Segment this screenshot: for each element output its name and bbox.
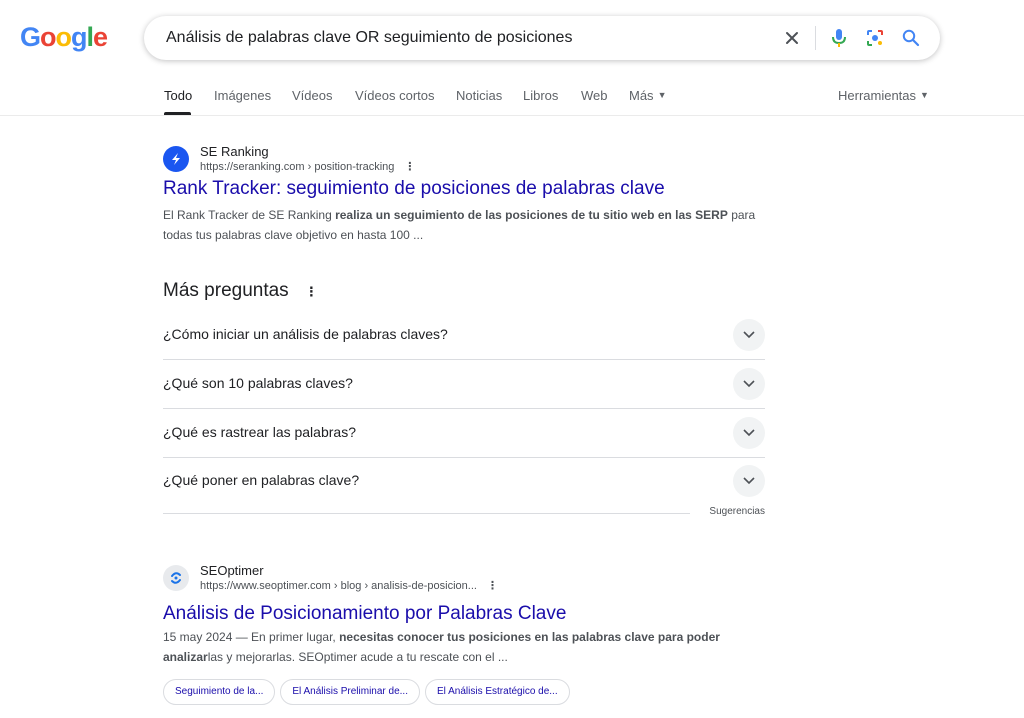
tools-button[interactable]: Herramientas ▼ bbox=[838, 88, 929, 103]
search-divider bbox=[815, 26, 816, 50]
more-options-icon[interactable]: ⋮ bbox=[404, 160, 415, 173]
clear-icon[interactable] bbox=[780, 26, 804, 50]
tab-images[interactable]: Imágenes bbox=[214, 88, 271, 103]
result-snippet: 15 may 2024 — En primer lugar, necesitas… bbox=[163, 627, 768, 667]
tab-books[interactable]: Libros bbox=[523, 88, 558, 103]
more-options-icon[interactable]: ⋮ bbox=[487, 579, 498, 592]
snippet-text: El Rank Tracker de SE Ranking bbox=[163, 208, 336, 222]
snippet-highlight: realiza un seguimiento de las posiciones… bbox=[335, 208, 728, 222]
logo-letter: G bbox=[20, 22, 41, 52]
paa-question[interactable]: ¿Cómo iniciar un análisis de palabras cl… bbox=[163, 311, 765, 360]
result-title[interactable]: Análisis de Posicionamiento por Palabras… bbox=[163, 603, 566, 625]
logo-letter: g bbox=[71, 22, 87, 52]
site-name[interactable]: SEOptimer bbox=[200, 563, 264, 578]
tab-more-label: Más bbox=[629, 88, 654, 103]
paa-question-text: ¿Qué es rastrear las palabras? bbox=[163, 424, 356, 440]
paa-question-text: ¿Qué son 10 palabras claves? bbox=[163, 375, 353, 391]
more-options-icon[interactable]: ⋮ bbox=[305, 284, 318, 300]
paa-question-text: ¿Qué poner en palabras clave? bbox=[163, 472, 360, 488]
logo-letter: o bbox=[40, 22, 56, 52]
google-logo[interactable]: Google bbox=[20, 22, 108, 53]
sitelink-chip[interactable]: Seguimiento de la... bbox=[163, 679, 276, 705]
tab-short-videos[interactable]: Vídeos cortos bbox=[355, 88, 435, 103]
microphone-icon[interactable] bbox=[827, 26, 851, 50]
tab-all[interactable]: Todo bbox=[164, 88, 192, 103]
people-also-ask: Más preguntas ⋮ ¿Cómo iniciar un análisis… bbox=[163, 280, 765, 517]
chevron-down-icon[interactable] bbox=[733, 368, 765, 400]
caret-down-icon: ▼ bbox=[920, 90, 929, 100]
search-box[interactable]: Análisis de palabras clave OR seguimient… bbox=[144, 16, 940, 60]
paa-question[interactable]: ¿Qué poner en palabras clave? bbox=[163, 457, 765, 506]
paa-question[interactable]: ¿Qué es rastrear las palabras? bbox=[163, 409, 765, 458]
tab-news[interactable]: Noticias bbox=[456, 88, 502, 103]
site-url[interactable]: https://seranking.com › position-trackin… bbox=[200, 160, 415, 173]
tools-label: Herramientas bbox=[838, 88, 917, 103]
search-icon[interactable] bbox=[899, 26, 923, 50]
chevron-down-icon[interactable] bbox=[733, 417, 765, 449]
chevron-down-icon[interactable] bbox=[733, 465, 765, 497]
paa-footer: Sugerencias bbox=[163, 506, 765, 520]
sitelink-chip[interactable]: El Análisis Estratégico de... bbox=[425, 679, 570, 705]
paa-question[interactable]: ¿Qué son 10 palabras claves? bbox=[163, 360, 765, 409]
tab-videos[interactable]: Vídeos bbox=[292, 88, 332, 103]
logo-letter: o bbox=[55, 22, 72, 52]
paa-question-text: ¿Cómo iniciar un análisis de palabras cl… bbox=[163, 326, 448, 342]
result-snippet: El Rank Tracker de SE Ranking realiza un… bbox=[163, 205, 768, 245]
suggestions-label: Sugerencias bbox=[709, 506, 765, 517]
site-url-text: https://www.seoptimer.com › blog › anali… bbox=[200, 580, 477, 592]
paa-title: Más preguntas bbox=[163, 280, 289, 301]
site-url[interactable]: https://www.seoptimer.com › blog › anali… bbox=[200, 579, 498, 592]
caret-down-icon: ▼ bbox=[657, 90, 667, 100]
snippet-text: las y mejorarlas. SEOptimer acude a tu r… bbox=[207, 650, 508, 664]
seranking-favicon bbox=[163, 146, 189, 172]
paa-header: Más preguntas ⋮ bbox=[163, 280, 765, 302]
tab-more[interactable]: Más ▼ bbox=[629, 88, 666, 103]
search-input[interactable]: Análisis de palabras clave OR seguimient… bbox=[166, 29, 572, 47]
lens-icon[interactable] bbox=[863, 26, 887, 50]
seoptimer-favicon bbox=[163, 565, 189, 591]
snippet-text: 15 may 2024 — En primer lugar, bbox=[163, 630, 340, 644]
sitelink-chip[interactable]: El Análisis Preliminar de... bbox=[280, 679, 420, 705]
sitelink-chips: Seguimiento de la... El Análisis Prelimin… bbox=[163, 679, 575, 705]
site-name[interactable]: SE Ranking bbox=[200, 144, 269, 159]
active-tab-indicator bbox=[164, 112, 191, 115]
search-tabs: Todo Imágenes Vídeos Vídeos cortos Notic… bbox=[0, 78, 1024, 116]
tab-web[interactable]: Web bbox=[581, 88, 608, 103]
result-title[interactable]: Rank Tracker: seguimiento de posiciones … bbox=[163, 178, 665, 200]
divider bbox=[163, 513, 690, 514]
site-url-text: https://seranking.com › position-trackin… bbox=[200, 161, 395, 173]
logo-letter: e bbox=[93, 22, 108, 52]
chevron-down-icon[interactable] bbox=[733, 319, 765, 351]
